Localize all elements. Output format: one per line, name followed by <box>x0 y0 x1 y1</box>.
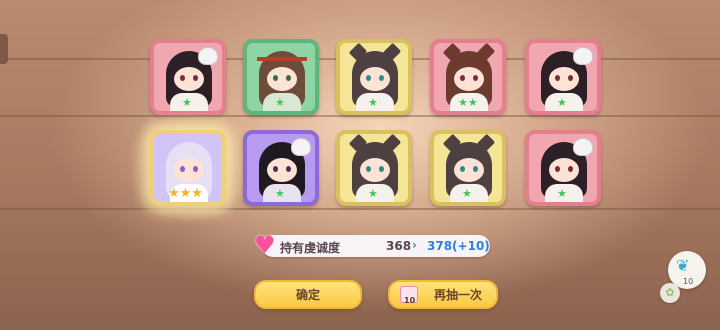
character-face <box>174 67 204 91</box>
skull-icon <box>291 138 311 156</box>
skull-icon <box>573 138 593 156</box>
rarity-stars: ★ <box>557 96 567 109</box>
character-face <box>549 67 579 91</box>
side-item-count: 10 <box>683 277 694 286</box>
confirm-label: 确定 <box>295 288 320 302</box>
rarity-stars: ★ <box>275 187 285 200</box>
character-eye <box>193 75 198 81</box>
result-card-8[interactable]: ★ <box>336 130 412 206</box>
character-eye <box>286 166 291 172</box>
devotion-bar: 持有虔诚度 368 › 378(+10) <box>262 235 490 257</box>
character-face <box>360 158 390 182</box>
result-card-9[interactable]: ★ <box>430 130 506 206</box>
character-eye <box>180 166 185 172</box>
result-card-1[interactable]: ★ <box>150 39 226 115</box>
rarity-stars: ★ <box>182 96 192 109</box>
left-edge-tab <box>0 34 8 64</box>
character-face <box>267 67 297 91</box>
character-eye <box>460 166 465 172</box>
result-card-2[interactable]: ★ <box>243 39 319 115</box>
character-face <box>360 67 390 91</box>
heart-icon: ♥ <box>254 231 276 259</box>
character-eye <box>568 166 573 172</box>
character-eye <box>366 166 371 172</box>
result-card-4[interactable]: ★★ <box>430 39 506 115</box>
sprout-icon: ✿ <box>665 286 675 299</box>
devotion-new-value: 378(+10) <box>427 239 490 253</box>
devotion-current: 368 <box>386 239 412 253</box>
character-eye <box>366 75 371 81</box>
rarity-stars: ★ <box>462 187 472 200</box>
wood-plank-line <box>0 208 720 210</box>
devotion-label: 持有虔诚度 <box>280 241 341 255</box>
character-eye <box>473 166 478 172</box>
draw-again-button[interactable]: 10 再抽一次 <box>388 280 498 309</box>
result-card-5[interactable]: ★ <box>525 39 601 115</box>
rarity-stars: ★ <box>275 96 285 109</box>
character-eye <box>286 75 291 81</box>
confirm-button[interactable]: 确定 <box>254 280 362 309</box>
character-eye <box>460 75 465 81</box>
rarity-stars: ★ <box>557 187 567 200</box>
ticket-count: 10 <box>404 296 416 305</box>
result-card-10[interactable]: ★ <box>525 130 601 206</box>
wood-plank-line <box>0 115 720 117</box>
headband-icon <box>257 57 307 61</box>
character-face <box>267 158 297 182</box>
result-card-6[interactable]: ★★★ <box>150 130 226 206</box>
character-eye <box>273 75 278 81</box>
result-card-7[interactable]: ★ <box>243 130 319 206</box>
character-face <box>454 158 484 182</box>
character-eye <box>555 166 560 172</box>
character-face <box>549 158 579 182</box>
character-eye <box>568 75 573 81</box>
character-eye <box>473 75 478 81</box>
result-card-3[interactable]: ★ <box>336 39 412 115</box>
character-eye <box>555 75 560 81</box>
character-eye <box>180 75 185 81</box>
character-eye <box>193 166 198 172</box>
butterfly-icon: ❦ <box>676 256 690 275</box>
chevron-right-icon: › <box>412 238 417 252</box>
rarity-stars: ★★ <box>458 96 478 109</box>
character-eye <box>379 75 384 81</box>
skull-icon <box>573 47 593 65</box>
skull-icon <box>198 47 218 65</box>
rarity-stars: ★★★ <box>168 186 203 201</box>
side-secondary-button[interactable]: ✿ <box>660 283 680 303</box>
rarity-stars: ★ <box>368 96 378 109</box>
character-eye <box>379 166 384 172</box>
draw-again-label: 再抽一次 <box>433 288 482 302</box>
character-eye <box>273 166 278 172</box>
rarity-stars: ★ <box>368 187 378 200</box>
character-face <box>174 158 204 182</box>
character-face <box>454 67 484 91</box>
